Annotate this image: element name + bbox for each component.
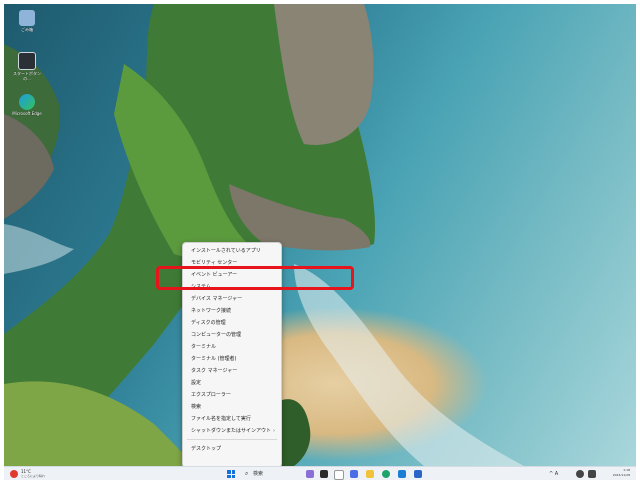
volume-icon[interactable] <box>588 470 596 478</box>
desktop-icon-label: Microsoft Edge <box>12 111 42 116</box>
network-icon[interactable] <box>576 470 584 478</box>
screenshot-frame: ごみ箱 スタートボタンの... Microsoft Edge インストールされて… <box>4 4 636 480</box>
desktop-icon-edge[interactable]: Microsoft Edge <box>10 94 44 116</box>
start-icon <box>227 470 231 474</box>
menu-item-computer-management[interactable]: コンピューターの管理 <box>183 329 281 341</box>
taskbar-mail-icon[interactable] <box>414 470 422 478</box>
weather-description: ところにより晴れ <box>21 474 45 478</box>
tray-text: ^ A <box>549 471 559 477</box>
annotation-highlight-box <box>156 266 354 290</box>
start-icon <box>231 474 235 478</box>
search-label: 検索 <box>253 471 264 477</box>
desktop-icon-app-shortcut[interactable]: スタートボタンの... <box>10 52 44 81</box>
menu-item-installed-apps[interactable]: インストールされているアプリ <box>183 245 281 257</box>
desktop-icon-label: スタートボタンの... <box>13 71 41 81</box>
chevron-right-icon: › <box>273 428 275 434</box>
menu-item-terminal[interactable]: ターミナル <box>183 341 281 353</box>
menu-separator <box>187 439 277 440</box>
menu-item-desktop[interactable]: デスクトップ <box>183 443 281 455</box>
menu-item-search[interactable]: 検索 <box>183 401 281 413</box>
start-button[interactable] <box>227 470 235 478</box>
clock-date: 2023/11/28 <box>612 473 630 477</box>
menu-item-task-manager[interactable]: タスク マネージャー <box>183 365 281 377</box>
menu-item-device-manager[interactable]: デバイス マネージャー <box>183 293 281 305</box>
start-icon <box>231 470 235 474</box>
desktop-wallpaper: ごみ箱 スタートボタンの... Microsoft Edge <box>4 4 636 466</box>
menu-item-run[interactable]: ファイル名を指定して実行 <box>183 413 281 425</box>
menu-item-shutdown-signout[interactable]: シャットダウンまたはサインアウト › <box>183 425 281 437</box>
menu-item-settings[interactable]: 設定 <box>183 377 281 389</box>
taskbar-taskview-icon[interactable] <box>320 470 328 478</box>
edge-icon <box>19 94 35 110</box>
taskbar-widgets-icon[interactable] <box>334 470 344 480</box>
taskbar-search[interactable]: ⌕ 検索 <box>243 469 277 479</box>
start-icon <box>227 474 231 478</box>
desktop-icon-recycle-bin[interactable]: ごみ箱 <box>10 10 44 32</box>
taskbar-store-icon[interactable] <box>398 470 406 478</box>
menu-item-file-explorer[interactable]: エクスプローラー <box>183 389 281 401</box>
recycle-bin-icon <box>19 10 35 26</box>
taskbar-edge-icon[interactable] <box>382 470 390 478</box>
search-icon: ⌕ <box>245 470 249 477</box>
menu-item-disk-management[interactable]: ディスクの管理 <box>183 317 281 329</box>
taskbar-clock[interactable]: 1:18 2023/11/28 <box>604 468 630 478</box>
menu-item-network-connections[interactable]: ネットワーク接続 <box>183 305 281 317</box>
taskbar-explorer-icon[interactable] <box>366 470 374 478</box>
taskbar-teams-icon[interactable] <box>350 470 358 478</box>
wallpaper-cliff-illustration <box>4 4 524 466</box>
taskbar-copilot-icon[interactable] <box>306 470 314 478</box>
system-tray[interactable]: ^ A <box>549 469 558 479</box>
desktop-icon-label: ごみ箱 <box>21 27 33 32</box>
menu-item-terminal-admin[interactable]: ターミナル (管理者) <box>183 353 281 365</box>
taskbar: 11°C ところにより晴れ ⌕ 検索 ^ A 1:18 2023/11/28 <box>4 466 636 480</box>
weather-icon <box>10 470 18 478</box>
app-shortcut-icon <box>18 52 36 70</box>
